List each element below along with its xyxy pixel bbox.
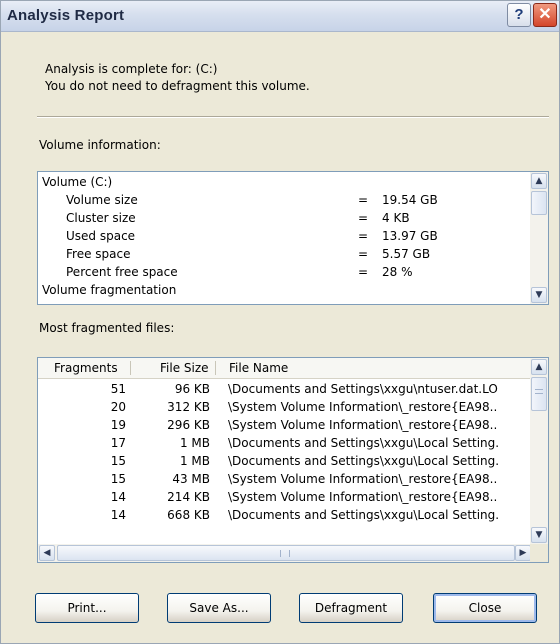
volume-info-name: Volume fragmentation (42, 283, 177, 297)
file-name-cell: \System Volume Information\_restore{EA98… (228, 418, 498, 432)
volume-info-name: Cluster size (66, 211, 136, 225)
chevron-left-icon: ◀ (43, 548, 51, 558)
file-row[interactable]: 14 214 KB \System Volume Information\_rest… (38, 488, 532, 506)
column-divider[interactable] (215, 361, 216, 375)
volume-info-name: Used space (66, 229, 136, 243)
save-as-button[interactable]: Save As... (167, 593, 271, 623)
file-name-cell: \Documents and Settings\xxgu\Local Setti… (228, 454, 500, 468)
volume-info-value: 5.57 GB (382, 247, 431, 261)
defrag-recommendation-text: You do not need to defragment this volum… (45, 79, 310, 93)
volume-info-name: Percent free space (66, 265, 178, 279)
scroll-down-button[interactable]: ▼ (531, 527, 547, 543)
file-size-cell: 668 KB (167, 508, 210, 522)
analysis-status-text: Analysis is complete for: (C:) (45, 62, 218, 76)
volume-info-equals: = (358, 211, 369, 225)
scroll-up-button[interactable]: ▲ (531, 173, 547, 189)
close-button[interactable]: Close (433, 593, 537, 623)
fragmented-files-list[interactable]: Fragments File Size File Name 51 96 KB \Do… (37, 357, 549, 563)
file-size-cell: 214 KB (167, 490, 210, 504)
fragments-cell: 17 (110, 436, 126, 450)
volume-info-value: 19.54 GB (382, 193, 438, 207)
chevron-right-icon: ▶ (519, 548, 527, 558)
file-name-cell: \Documents and Settings\xxgu\Local Setti… (228, 508, 500, 522)
volume-info-equals: = (358, 265, 369, 279)
separator (37, 116, 549, 118)
file-size-cell: 1 MB (179, 436, 210, 450)
fragments-cell: 14 (110, 490, 126, 504)
volume-information-label: Volume information: (39, 138, 161, 152)
defragment-button[interactable]: Defragment (299, 593, 403, 623)
volume-info-name: Free space (66, 247, 131, 261)
horizontal-scroll-thumb[interactable] (57, 545, 515, 561)
grip-icon (280, 550, 290, 557)
fragments-cell: 15 (110, 454, 126, 468)
scroll-up-button[interactable]: ▲ (531, 359, 547, 375)
chevron-up-icon: ▲ (535, 176, 543, 186)
scroll-thumb[interactable] (531, 191, 547, 215)
volume-info-equals: = (358, 229, 369, 243)
scroll-left-button[interactable]: ◀ (39, 545, 55, 561)
window-title: Analysis Report (7, 7, 125, 24)
file-size-cell: 96 KB (174, 382, 210, 396)
title-bar[interactable]: Analysis Report ? ✕ (1, 1, 559, 32)
file-size-cell: 43 MB (172, 472, 210, 486)
scrollbar-corner (530, 544, 548, 562)
files-vertical-scrollbar[interactable]: ▲ ▼ (530, 358, 548, 544)
volume-info-equals: = (358, 247, 369, 261)
chevron-down-icon: ▼ (535, 290, 543, 300)
grip-icon (535, 389, 543, 394)
files-horizontal-scrollbar[interactable]: ◀ ▶ (38, 544, 532, 562)
fragments-cell: 19 (110, 418, 126, 432)
file-name-cell: \Documents and Settings\xxgu\Local Setti… (228, 436, 500, 450)
volume-information-box[interactable]: Volume (C:) Volume size = 19.54 GB Cluster s… (37, 171, 549, 305)
column-header-fragments[interactable]: Fragments (54, 361, 118, 375)
file-row[interactable]: 15 43 MB \System Volume Information\_resto… (38, 470, 532, 488)
file-name-cell: \System Volume Information\_restore{EA98… (228, 472, 498, 486)
fragments-cell: 20 (110, 400, 126, 414)
fragments-cell: 15 (110, 472, 126, 486)
list-header: Fragments File Size File Name (38, 358, 532, 379)
column-header-file-size[interactable]: File Size (160, 361, 209, 375)
column-header-file-name[interactable]: File Name (229, 361, 288, 375)
file-row[interactable]: 14 668 KB \Documents and Settings\xxgu\Loc… (38, 506, 532, 524)
file-name-cell: \System Volume Information\_restore{EA98… (228, 400, 498, 414)
file-name-cell: \Documents and Settings\xxgu\ntuser.dat.… (228, 382, 498, 396)
file-name-cell: \System Volume Information\_restore{EA98… (228, 490, 498, 504)
file-row[interactable]: 15 1 MB \Documents and Settings\xxgu\Local… (38, 452, 532, 470)
analysis-report-dialog: Analysis Report ? ✕ Analysis is complete… (0, 0, 560, 644)
volume-vertical-scrollbar[interactable]: ▲ ▼ (530, 172, 548, 304)
most-fragmented-files-label: Most fragmented files: (39, 321, 175, 335)
volume-info-value: 4 KB (382, 211, 410, 225)
file-size-cell: 296 KB (167, 418, 210, 432)
help-button[interactable]: ? (507, 3, 531, 27)
file-row[interactable]: 51 96 KB \Documents and Settings\xxgu\ntus… (38, 380, 532, 398)
chevron-down-icon: ▼ (535, 530, 543, 540)
volume-info-value: 28 % (382, 265, 413, 279)
scroll-right-button[interactable]: ▶ (515, 545, 531, 561)
volume-info-value: 13.97 GB (382, 229, 438, 243)
print-button[interactable]: Print... (35, 593, 139, 623)
file-row[interactable]: 20 312 KB \System Volume Information\_rest… (38, 398, 532, 416)
fragments-cell: 14 (110, 508, 126, 522)
close-window-button[interactable]: ✕ (533, 3, 557, 27)
fragments-cell: 51 (110, 382, 126, 396)
volume-info-name: Volume (C:) (42, 175, 113, 189)
file-size-cell: 312 KB (167, 400, 210, 414)
scroll-down-button[interactable]: ▼ (531, 287, 547, 303)
column-divider[interactable] (130, 361, 131, 375)
file-size-cell: 1 MB (179, 454, 210, 468)
file-row[interactable]: 19 296 KB \System Volume Information\_rest… (38, 416, 532, 434)
scroll-thumb[interactable] (531, 377, 547, 411)
volume-info-name: Volume size (66, 193, 138, 207)
chevron-up-icon: ▲ (535, 362, 543, 372)
file-row[interactable]: 17 1 MB \Documents and Settings\xxgu\Local… (38, 434, 532, 452)
volume-info-equals: = (358, 193, 369, 207)
